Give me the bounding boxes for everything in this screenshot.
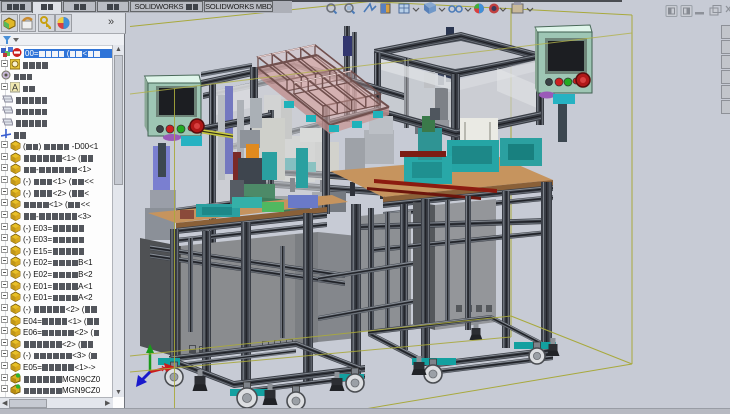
svg-text:A: A [12, 83, 18, 93]
